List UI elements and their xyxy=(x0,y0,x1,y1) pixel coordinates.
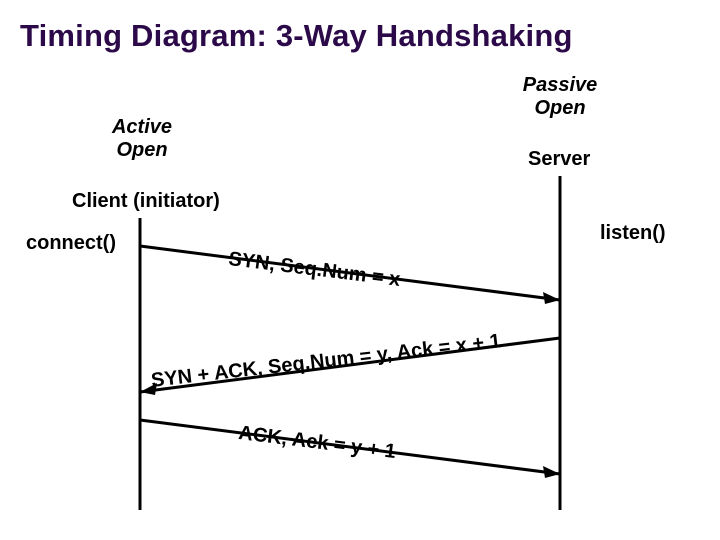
arrow-synack xyxy=(140,338,560,395)
arrow-ack xyxy=(140,420,560,478)
diagram-svg xyxy=(0,0,720,540)
arrow-syn xyxy=(140,246,560,304)
